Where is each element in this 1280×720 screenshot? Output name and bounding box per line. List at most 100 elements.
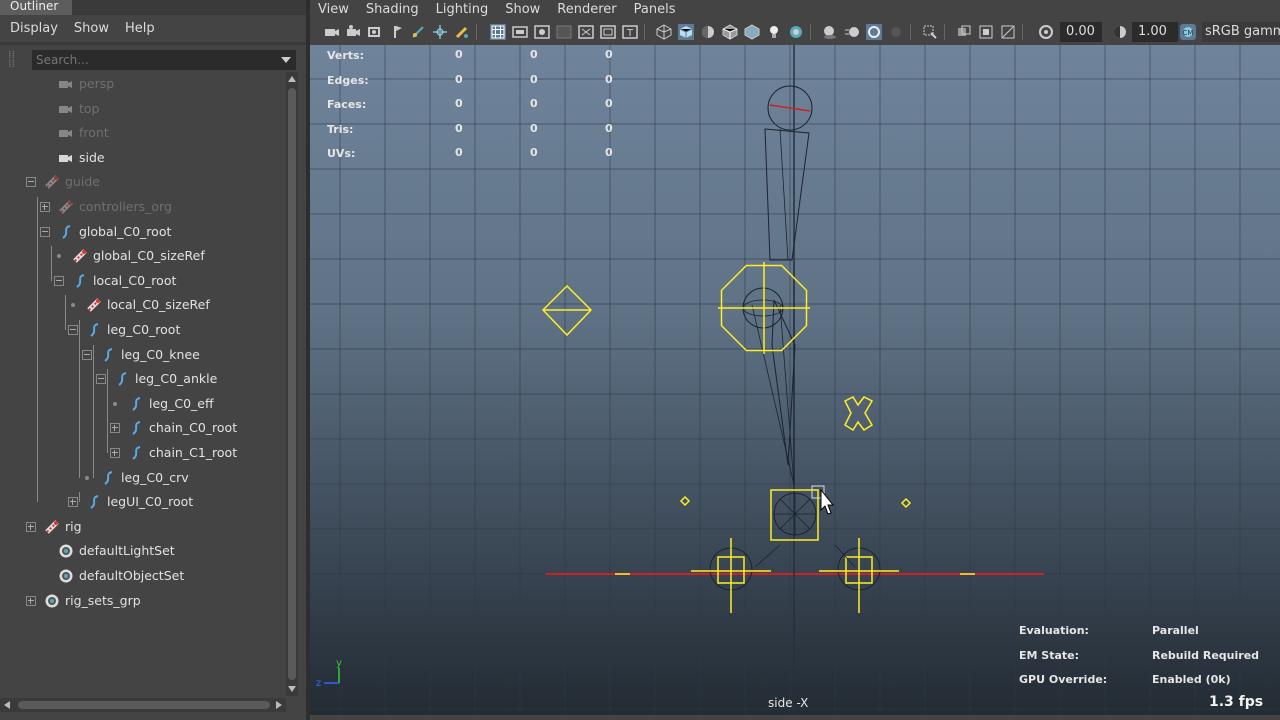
exposure-icon[interactable] — [1038, 24, 1054, 40]
outliner-item[interactable]: side — [0, 146, 286, 170]
shadows-icon[interactable] — [788, 24, 804, 40]
outliner-item[interactable]: leg_C0_root — [0, 318, 286, 342]
expand-icon[interactable] — [40, 202, 50, 212]
tree-leaf-dot — [113, 401, 117, 406]
wireframe-on-shaded-icon[interactable] — [722, 24, 738, 40]
outliner-item[interactable]: chain_C0_root — [0, 416, 286, 440]
menu-panels[interactable]: Panels — [634, 2, 676, 17]
motion-blur-icon[interactable] — [844, 24, 860, 40]
menu-lighting[interactable]: Lighting — [436, 2, 489, 17]
collapse-icon[interactable] — [40, 226, 50, 237]
expand-icon[interactable] — [110, 423, 120, 434]
ankle-joint-spoke — [794, 513, 811, 530]
smooth-shade-icon[interactable] — [678, 24, 694, 40]
menu-renderer[interactable]: Renderer — [557, 2, 616, 17]
image-plane-icon[interactable] — [410, 24, 426, 40]
outliner-item[interactable]: rig — [0, 515, 286, 539]
outliner-item[interactable]: guide — [0, 170, 286, 194]
grease-pencil-icon[interactable] — [454, 24, 470, 40]
outliner-item[interactable]: defaultLightSet — [0, 539, 286, 563]
hud-stat-value: 0 — [455, 97, 463, 110]
outliner-item[interactable]: rig_sets_grp — [0, 589, 286, 613]
grid-toggle-icon[interactable] — [490, 24, 506, 40]
camera-attributes-icon[interactable] — [346, 24, 362, 40]
wireframe-icon[interactable] — [656, 24, 672, 40]
outliner-item[interactable]: defaultObjectSet — [0, 564, 286, 588]
hud-stat-value: 0 — [530, 48, 538, 61]
outliner-horizontal-scrollbar[interactable] — [0, 698, 286, 712]
outliner-vertical-scrollbar[interactable] — [286, 72, 298, 696]
outliner-item-label: leg_C0_ankle — [135, 371, 218, 387]
scroll-down-icon[interactable] — [288, 686, 296, 692]
outliner-item[interactable]: legUI_C0_root — [0, 490, 286, 514]
outliner-item[interactable]: front — [0, 121, 286, 145]
menu-shading[interactable]: Shading — [366, 2, 419, 17]
collapse-icon[interactable] — [96, 374, 106, 385]
scroll-left-icon[interactable] — [4, 701, 10, 709]
view-transform-dropdown[interactable]: sRGB gamma — [1202, 22, 1280, 42]
resolution-gate-icon[interactable] — [534, 24, 550, 40]
menu-view[interactable]: View — [318, 2, 349, 17]
use-all-lights-icon[interactable] — [766, 24, 782, 40]
outliner-item[interactable]: leg_C0_knee — [0, 343, 286, 367]
menu-help[interactable]: Help — [125, 21, 155, 36]
collapse-icon[interactable] — [82, 349, 92, 360]
field-chart-icon[interactable] — [578, 24, 594, 40]
search-dropdown-icon[interactable] — [281, 57, 291, 63]
default-material-icon[interactable] — [700, 24, 716, 40]
hud-stat-value: 0 — [455, 121, 463, 135]
gate-mask-icon[interactable] — [556, 24, 572, 40]
scroll-right-icon[interactable] — [276, 701, 282, 709]
scroll-thumb[interactable] — [288, 88, 296, 680]
film-gate-icon[interactable] — [512, 24, 528, 40]
curve-icon — [58, 224, 74, 240]
heel-locator-left[interactable] — [679, 495, 691, 507]
xray-active-components-icon[interactable] — [1000, 24, 1016, 40]
gamma-field[interactable]: 1.00 — [1132, 22, 1178, 42]
menu-show[interactable]: Show — [74, 21, 109, 36]
menu-display[interactable]: Display — [10, 21, 58, 36]
bookmark-flag-icon[interactable] — [390, 24, 406, 40]
outliner-item[interactable]: controllers_org — [0, 195, 286, 219]
safe-title-icon[interactable]: T — [622, 24, 638, 40]
bookmarks-icon[interactable] — [368, 24, 384, 40]
outliner-item[interactable]: leg_C0_eff — [0, 392, 286, 416]
outliner-item[interactable]: leg_C0_ankle — [0, 367, 286, 391]
outliner-item[interactable]: local_C0_root — [0, 269, 286, 293]
outliner-item[interactable]: top — [0, 97, 286, 121]
depth-of-field-icon[interactable] — [888, 24, 904, 40]
search-input[interactable] — [32, 50, 296, 70]
heel-locator-right[interactable] — [900, 497, 912, 509]
color-management-icon[interactable]: CM — [1180, 24, 1196, 40]
outliner-item[interactable]: leg_C0_crv — [0, 466, 286, 490]
expand-icon[interactable] — [110, 448, 120, 458]
outliner-item[interactable]: local_C0_sizeRef — [0, 293, 286, 317]
anti-aliasing-icon[interactable] — [866, 24, 882, 40]
collapse-icon[interactable] — [68, 325, 78, 335]
outliner-item[interactable]: persp — [0, 72, 286, 96]
xray-joints-icon[interactable] — [978, 24, 994, 40]
outliner-item[interactable]: global_C0_root — [0, 220, 286, 244]
expand-icon[interactable] — [68, 497, 78, 508]
gamma-icon[interactable] — [1112, 24, 1128, 40]
collapse-icon[interactable] — [26, 177, 36, 188]
textured-icon[interactable] — [744, 24, 760, 40]
scroll-thumb[interactable] — [18, 701, 270, 709]
drag-grip-icon[interactable]: ⁞⁞ ⁞⁞ — [8, 49, 24, 69]
outliner-item[interactable]: chain_C1_root — [0, 441, 286, 465]
2d-pan-zoom-icon[interactable] — [432, 24, 448, 40]
isolate-select-icon[interactable] — [922, 24, 938, 40]
ui-host-cross-control[interactable] — [843, 396, 874, 432]
3d-viewport[interactable]: y z Verts: Edges: Faces: Tris: UVs: 0 0 0 0 0… — [310, 45, 1280, 715]
exposure-field[interactable]: 0.00 — [1060, 22, 1102, 42]
expand-icon[interactable] — [26, 595, 36, 606]
xray-icon[interactable] — [956, 24, 972, 40]
safe-action-icon[interactable] — [600, 24, 616, 40]
collapse-icon[interactable] — [54, 275, 64, 286]
menu-show[interactable]: Show — [505, 2, 540, 17]
screen-space-ao-icon[interactable] — [822, 24, 838, 40]
outliner-item[interactable]: global_C0_sizeRef — [0, 244, 286, 268]
expand-icon[interactable] — [26, 521, 36, 532]
scroll-up-icon[interactable] — [288, 76, 296, 82]
select-camera-icon[interactable] — [324, 24, 340, 40]
